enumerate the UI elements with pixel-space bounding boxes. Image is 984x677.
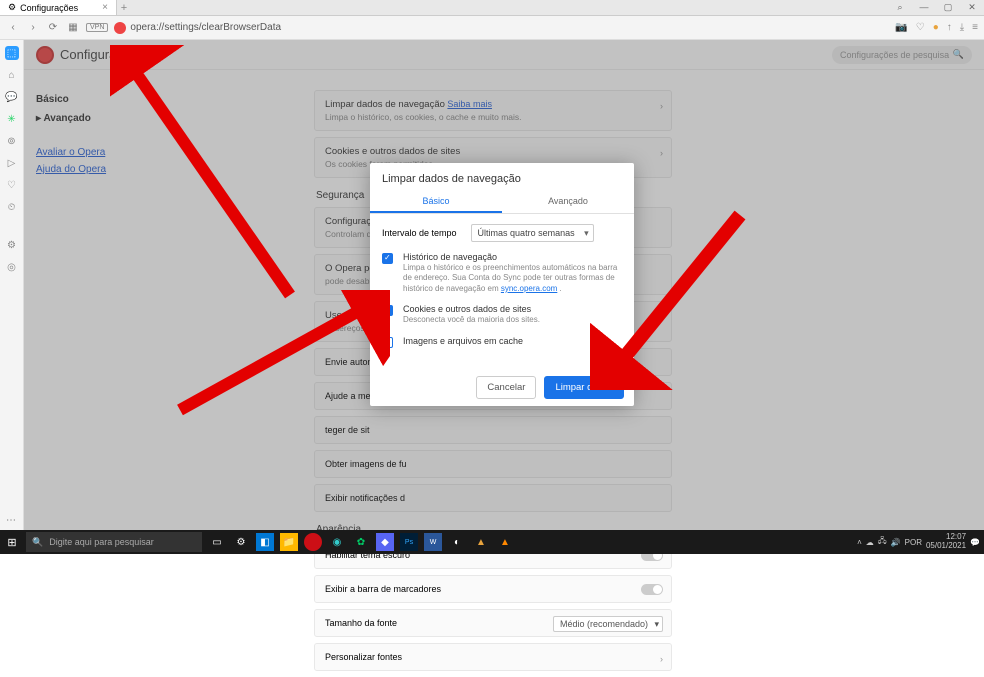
tray-clock[interactable]: 12:0705/01/2021 [926,533,966,551]
taskbar-app-4[interactable]: ✿ [352,533,370,551]
tab-title: Configurações [20,3,78,13]
sidebar-item-whatsapp[interactable]: ✳ [5,112,19,126]
explorer-icon[interactable]: 📁 [280,533,298,551]
vpn-badge[interactable]: VPN [86,23,108,32]
address-bar[interactable]: opera://settings/clearBrowserData [114,22,889,34]
taskview-icon[interactable]: ▭ [208,533,226,551]
taskbar-app-8[interactable]: ▲ [472,533,490,551]
taskbar-app-1[interactable]: ◧ [256,533,274,551]
edge-icon[interactable]: ◉ [328,533,346,551]
browser-tab[interactable]: ⚙ Configurações × [0,0,117,15]
modal-title: Limpar dados de navegação [370,163,634,191]
vlc-icon[interactable]: ▲ [496,533,514,551]
search-icon[interactable]: ⌕ [892,2,908,13]
sidebar-item-6[interactable]: ▷ [5,156,19,170]
tray-lang[interactable]: POR [905,538,922,547]
section-marcadores[interactable]: Exibir a barra de marcadores [314,575,672,603]
tray-cloud-icon[interactable]: ☁ [866,538,874,547]
photoshop-icon[interactable]: Ps [400,533,418,551]
tray-notifications-icon[interactable]: 💬 [970,538,980,547]
forward-button[interactable]: › [26,22,40,33]
word-icon[interactable]: W [424,533,442,551]
download-icon[interactable]: ⤓ [960,22,964,33]
sidebar-item-5[interactable]: ⊚ [5,134,19,148]
speed-dial-icon[interactable]: ▦ [66,22,80,33]
close-icon[interactable]: × [102,2,108,13]
heart-icon[interactable]: ♡ [916,22,925,33]
time-range-select[interactable]: Últimas quatro semanas [471,224,594,242]
annotation-arrow-3 [590,210,750,390]
cancel-button[interactable]: Cancelar [476,376,536,399]
tray-network-icon[interactable]: 🖧 [878,535,887,549]
search-icon: 🔍 [32,537,43,548]
opera-sidebar: ⬚ ⌂ 💬 ✳ ⊚ ▷ ♡ ⏲ ⚙ ◎ [0,40,24,530]
opera-icon[interactable] [304,533,322,551]
window-titlebar: ⚙ Configurações × + ⌕ — ▢ ✕ [0,0,984,16]
menu-icon[interactable]: ≡ [972,22,978,33]
sidebar-item-messenger[interactable]: 💬 [5,90,19,104]
checkbox-historico[interactable] [382,253,393,264]
settings-icon[interactable]: ⚙ [232,533,250,551]
toggle-marcadores[interactable] [641,584,663,595]
url-text: opera://settings/clearBrowserData [130,22,281,33]
chevron-right-icon: › [660,654,663,664]
gear-icon: ⚙ [8,2,16,13]
browser-toolbar: ‹ › ⟳ ▦ VPN opera://settings/clearBrowse… [0,16,984,40]
taskbar-app-5[interactable]: ◆ [376,533,394,551]
fonte-dropdown[interactable]: Médio (recomendado) [553,616,663,632]
section-fonte[interactable]: Tamanho da fonte Médio (recomendado) [314,609,672,637]
opera-icon [114,22,126,34]
windows-taskbar: ⊞ 🔍 Digite aqui para pesquisar ▭ ⚙ ◧ 📁 ◉… [0,530,984,554]
sync-link[interactable]: sync.opera.com [501,284,557,293]
sidebar-item-9[interactable]: ⏲ [5,200,19,214]
tray-chevron-icon[interactable]: ˄ [857,538,862,547]
upload-icon[interactable]: ↑ [947,22,952,33]
camera-icon[interactable]: 📷 [895,22,907,33]
time-label: Intervalo de tempo [382,228,457,238]
sidebar-item-home[interactable]: ⌂ [5,68,19,82]
sidebar-item-settings[interactable]: ⚙ [5,238,19,252]
taskbar-search-input[interactable]: 🔍 Digite aqui para pesquisar [26,532,202,552]
minimize-button[interactable]: — [916,2,932,13]
reload-button[interactable]: ⟳ [46,22,60,33]
tray-volume-icon[interactable]: 🔊 [891,538,901,547]
sidebar-more-icon[interactable]: ⋯ [6,515,16,526]
start-button[interactable]: ⊞ [0,536,24,549]
steam-icon[interactable]: ◐ [448,533,466,551]
back-button[interactable]: ‹ [6,22,20,33]
close-button[interactable]: ✕ [964,2,980,13]
section-personalizar[interactable]: Personalizar fontes › [314,643,672,671]
annotation-arrow-2 [170,290,390,420]
tab-basico[interactable]: Básico [370,191,502,213]
profile-icon[interactable]: ● [933,22,939,33]
sidebar-item-8[interactable]: ♡ [5,178,19,192]
maximize-button[interactable]: ▢ [940,2,956,13]
new-tab-button[interactable]: + [117,2,131,14]
sidebar-item-12[interactable]: ◎ [5,260,19,274]
annotation-arrow-1 [110,45,300,305]
sidebar-item-0[interactable]: ⬚ [5,46,19,60]
